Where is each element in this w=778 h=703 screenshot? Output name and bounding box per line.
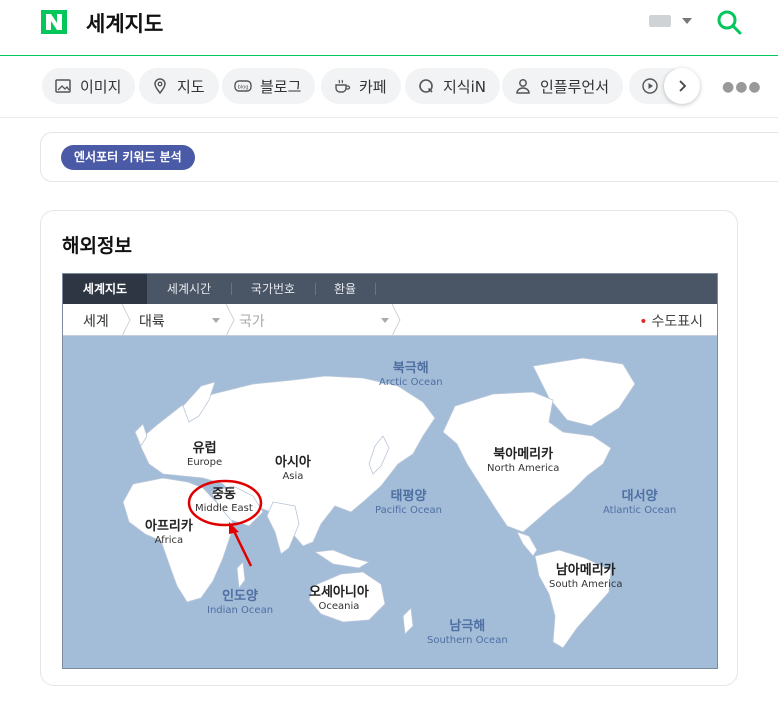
play-icon bbox=[642, 78, 658, 94]
search-tabs: 이미지 지도 blog 블로그 카페 지식iN 인플루언서 ●●● bbox=[0, 56, 778, 118]
person-icon bbox=[516, 79, 530, 94]
header: 세계지도 bbox=[0, 0, 778, 56]
section-title: 해외정보 bbox=[62, 235, 132, 257]
tabs-next-button[interactable] bbox=[664, 68, 700, 104]
label-indian-ocean[interactable]: 인도양 Indian Ocean bbox=[207, 589, 273, 616]
tab-label: 인플루언서 bbox=[540, 77, 610, 96]
breadcrumb-separator bbox=[391, 304, 401, 336]
cafe-icon bbox=[335, 79, 351, 93]
tab-label: 카페 bbox=[359, 77, 387, 96]
breadcrumb: 세계 대륙 국가 • 수도표시 bbox=[63, 304, 717, 336]
label-europe[interactable]: 유럽 Europe bbox=[187, 441, 222, 468]
tab-label: 이미지 bbox=[80, 77, 122, 96]
label-atlantic-ocean[interactable]: 대서양 Atlantic Ocean bbox=[603, 489, 676, 516]
tab-label: 지도 bbox=[177, 77, 205, 96]
tab-country-code[interactable]: 국가번호 bbox=[231, 274, 315, 304]
label-africa[interactable]: 아프리카 Africa bbox=[145, 519, 193, 546]
overseas-info-card: 해외정보 세계지도 세계시간 국가번호 환율 세계 대륙 국가 • 수도표시 북… bbox=[40, 210, 738, 686]
map-pin-icon bbox=[154, 78, 166, 95]
chevron-right-icon bbox=[679, 80, 687, 92]
keyboard-icon[interactable] bbox=[649, 15, 671, 27]
keyword-card: 엔서포터 키워드 분석 bbox=[40, 132, 778, 182]
tab-map[interactable]: 지도 bbox=[139, 68, 219, 104]
country-select[interactable]: 국가 bbox=[239, 311, 265, 331]
tab-world-map[interactable]: 세계지도 bbox=[63, 274, 147, 304]
label-arctic-ocean[interactable]: 북극해 Arctic Ocean bbox=[379, 361, 443, 388]
label-southern-ocean[interactable]: 남극해 Southern Ocean bbox=[427, 619, 508, 646]
bullet-icon: • bbox=[639, 314, 648, 330]
naver-logo[interactable] bbox=[41, 10, 67, 34]
page-title: 세계지도 bbox=[86, 12, 164, 36]
widget-tabs: 세계지도 세계시간 국가번호 환율 bbox=[63, 274, 717, 304]
label-middle-east[interactable]: 중동 Middle East bbox=[195, 487, 253, 514]
question-icon bbox=[419, 79, 433, 93]
search-icon[interactable] bbox=[716, 9, 742, 35]
chevron-down-icon[interactable] bbox=[381, 318, 389, 323]
blog-icon: blog bbox=[234, 80, 252, 92]
tab-kin[interactable]: 지식iN bbox=[405, 68, 500, 104]
tab-exchange-rate[interactable]: 환율 bbox=[315, 274, 375, 304]
capital-toggle-label: 수도표시 bbox=[651, 314, 703, 330]
label-asia[interactable]: 아시아 Asia bbox=[275, 455, 311, 482]
tab-label: 지식iN bbox=[443, 77, 486, 96]
tab-world-time[interactable]: 세계시간 bbox=[147, 274, 231, 304]
world-map[interactable]: 북극해 Arctic Ocean 유럽 Europe 아시아 Asia 중동 Middl… bbox=[63, 336, 717, 668]
chevron-down-icon[interactable] bbox=[682, 18, 692, 24]
tab-label: 블로그 bbox=[260, 77, 302, 96]
world-map-widget: 세계지도 세계시간 국가번호 환율 세계 대륙 국가 • 수도표시 북극해 Ar… bbox=[62, 273, 718, 669]
label-pacific-ocean[interactable]: 태평양 Pacific Ocean bbox=[375, 489, 442, 516]
label-south-america[interactable]: 남아메리카 South America bbox=[549, 563, 623, 590]
image-icon bbox=[55, 79, 71, 93]
tab-blog[interactable]: blog 블로그 bbox=[222, 68, 316, 104]
breadcrumb-world[interactable]: 세계 bbox=[83, 311, 109, 331]
label-north-america[interactable]: 북아메리카 North America bbox=[487, 447, 559, 474]
tab-cafe[interactable]: 카페 bbox=[321, 68, 401, 104]
breadcrumb-separator bbox=[225, 304, 235, 336]
tab-image[interactable]: 이미지 bbox=[42, 68, 136, 104]
label-oceania[interactable]: 오세아니아 Oceania bbox=[309, 585, 369, 612]
tab-separator bbox=[375, 283, 376, 295]
breadcrumb-separator bbox=[121, 304, 131, 336]
keyword-analysis-button[interactable]: 엔서포터 키워드 분석 bbox=[61, 145, 195, 170]
svg-text:blog: blog bbox=[238, 85, 249, 91]
chevron-down-icon[interactable] bbox=[212, 318, 220, 323]
capital-toggle[interactable]: • 수도표시 bbox=[639, 311, 703, 331]
tab-influencer[interactable]: 인플루언서 bbox=[502, 68, 624, 104]
continent-select[interactable]: 대륙 bbox=[139, 311, 165, 331]
more-icon[interactable]: ●●● bbox=[722, 79, 762, 95]
